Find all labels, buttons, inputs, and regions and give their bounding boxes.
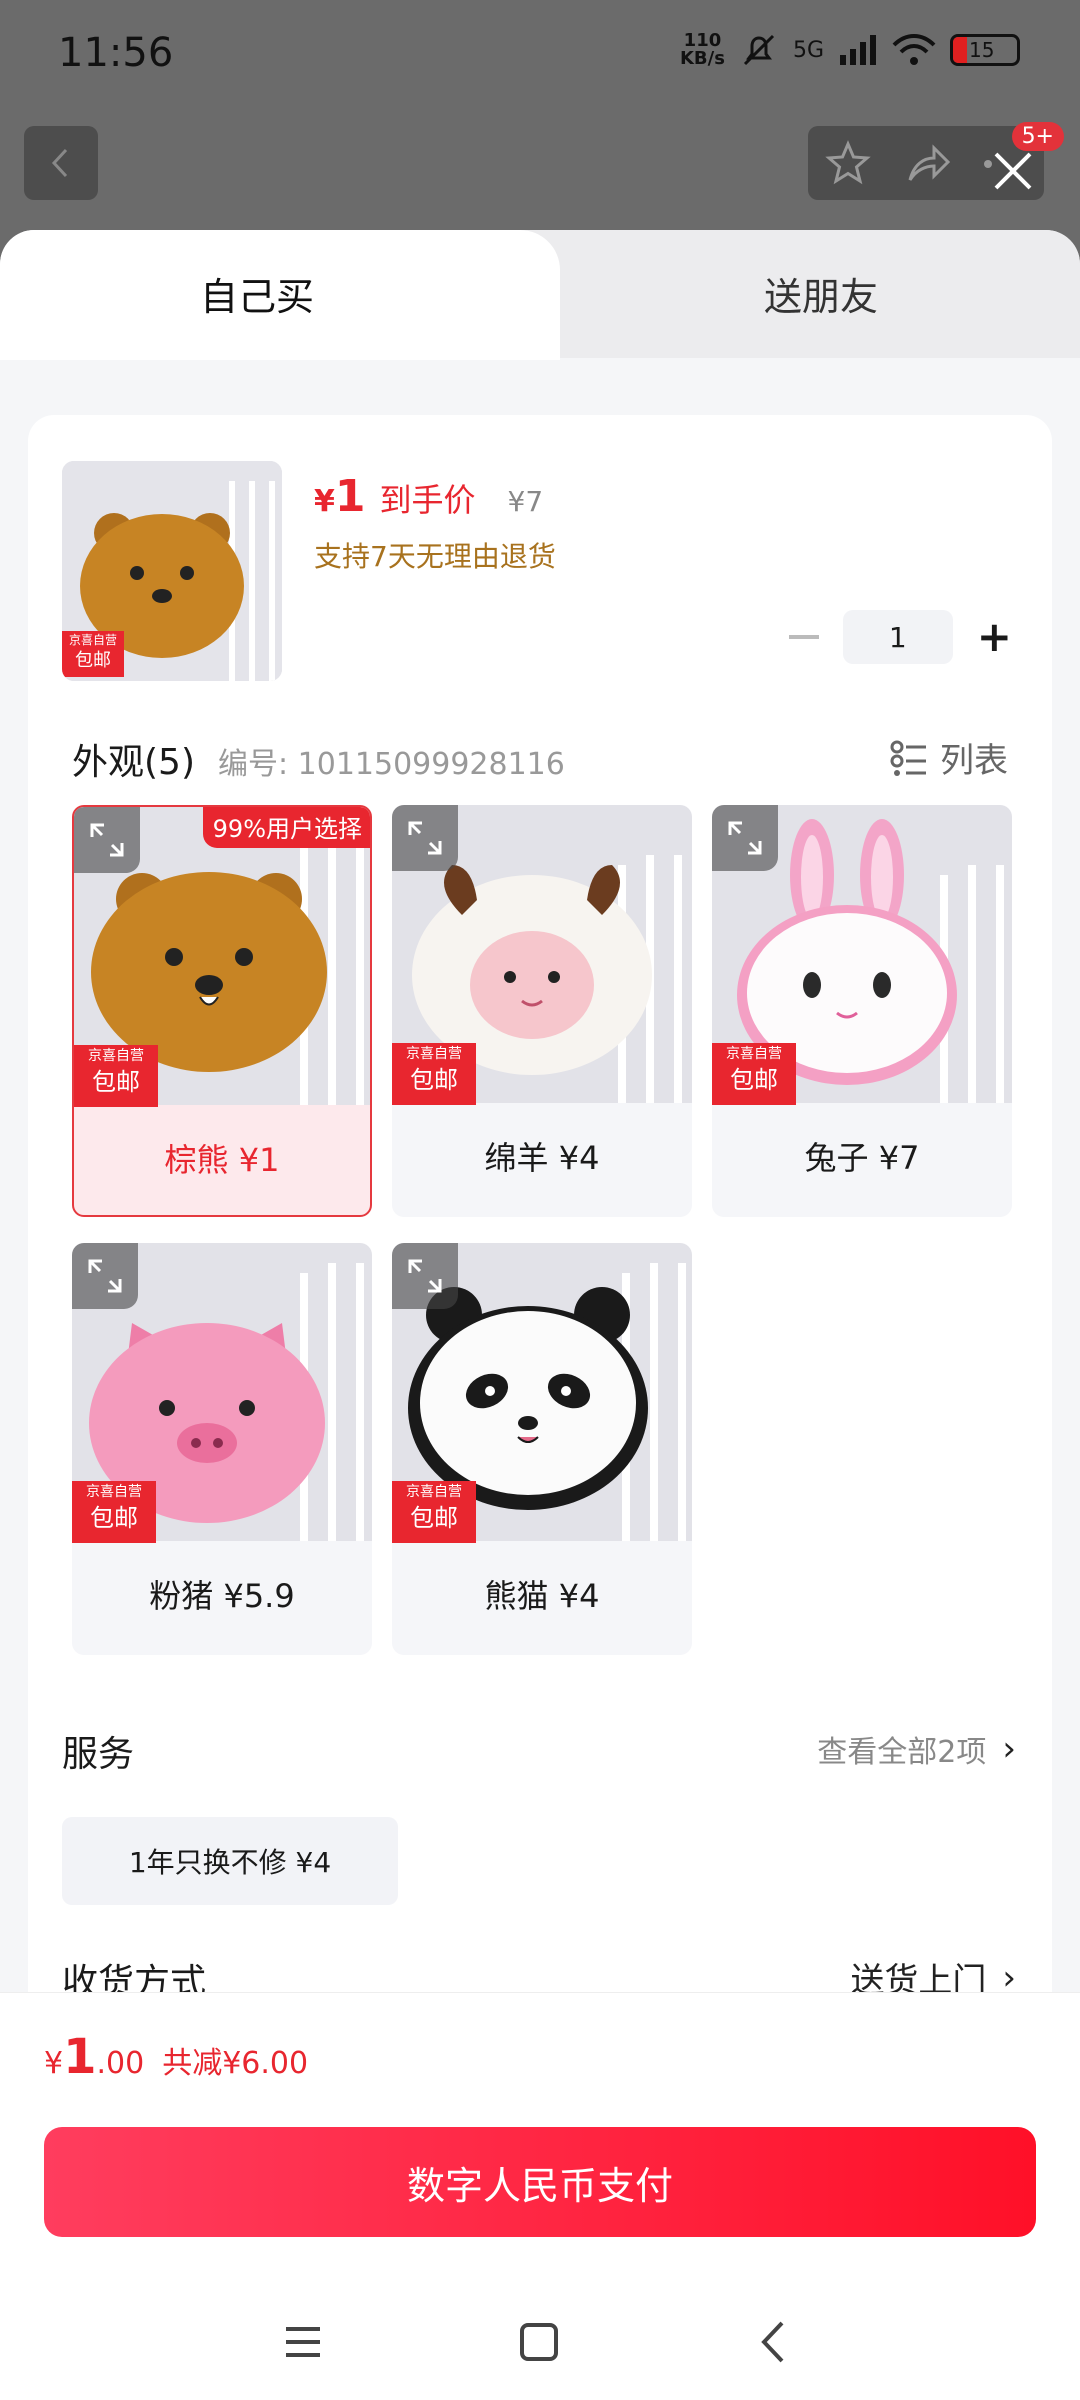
expand-icon[interactable] [392,1243,458,1309]
total-price: ¥1.00 共减¥6.00 [44,2029,309,2085]
expand-icon[interactable] [712,805,778,871]
final-price-label: 到手价 [379,481,476,519]
mute-icon [743,34,775,66]
service-option[interactable]: 1年只换不修 ¥4 [62,1817,398,1905]
signal-icon [840,35,876,65]
variant-bear[interactable]: 京喜自营 包邮 棕熊 ¥1 99%用户选择 [72,805,372,1217]
tab-gift-friend[interactable]: 送朋友 [764,266,878,321]
wifi-icon [892,34,936,65]
variant-label: 熊猫 ¥4 [484,1577,600,1615]
variant-label: 棕熊 ¥1 [164,1141,280,1179]
ship-badge: 京喜自营 包邮 [72,1481,156,1543]
popular-tag: 99%用户选择 [202,807,370,848]
status-time: 11:56 [58,30,174,76]
checkout-bar: ¥1.00 共减¥6.00 数字人民币支付 [0,1992,1080,2400]
original-price: ¥7 [507,485,544,518]
status-bar: 11:56 110 KB/s 5G 15 [0,0,1080,110]
ship-badge: 京喜自营 包邮 [392,1481,476,1543]
increase-button[interactable]: + [977,616,1012,658]
ship-badge: 京喜自营 包邮 [62,631,124,677]
chevron-left-icon [51,148,68,178]
expand-icon[interactable] [74,807,140,873]
quantity-stepper: 1 + [788,610,1012,664]
close-icon[interactable] [988,146,1038,196]
expand-icon[interactable] [392,805,458,871]
system-nav-bar [0,2283,1080,2400]
final-price: ¥1 [314,471,366,522]
purchase-tabs: 自己买 送朋友 [0,230,1080,360]
ship-badge: 京喜自营 包邮 [74,1045,158,1107]
ship-badge: 京喜自营 包邮 [712,1043,796,1105]
star-icon[interactable] [824,140,872,188]
variant-label: 绵羊 ¥4 [484,1139,600,1177]
quantity-value[interactable]: 1 [842,610,953,664]
ship-badge: 京喜自营 包邮 [392,1043,476,1105]
back-icon[interactable] [750,2317,800,2367]
network-speed: 110 KB/s [679,30,725,69]
signal-label: 5G [792,37,824,63]
chevron-right-icon: › [1002,1729,1016,1769]
list-icon [890,740,926,776]
product-serial: 编号: 10115099928116 [218,747,565,782]
return-policy: 支持7天无理由退货 [314,540,556,573]
variant-pig[interactable]: 京喜自营 包邮 粉猪 ¥5.9 [72,1243,372,1655]
variant-rabbit[interactable]: 京喜自营 包邮 兔子 ¥7 [712,805,1012,1217]
pay-button[interactable]: 数字人民币支付 [44,2127,1036,2237]
service-title: 服务 [62,1734,135,1775]
list-view-toggle[interactable]: 列表 [890,733,1008,782]
service-view-all[interactable]: 查看全部2项 › [817,1727,1016,1771]
share-icon[interactable] [904,140,952,188]
status-icons: 110 KB/s 5G 15 [680,30,1020,70]
tab-buy-self[interactable]: 自己买 [200,266,314,321]
variant-label: 粉猪 ¥5.9 [149,1577,295,1615]
expand-icon[interactable] [72,1243,138,1309]
battery-icon: 15 [950,34,1020,66]
variant-sheep[interactable]: 京喜自营 包邮 绵羊 ¥4 [392,805,692,1217]
product-thumbnail[interactable]: 京喜自营 包邮 [62,461,282,681]
variant-section-title: 外观(5) [72,742,195,783]
home-icon[interactable] [514,2317,564,2367]
price-row: ¥1 到手价 ¥7 [314,471,543,522]
total-discount: 共减¥6.00 [162,2046,309,2081]
back-button[interactable] [24,126,98,200]
variant-label: 兔子 ¥7 [804,1139,920,1177]
decrease-button[interactable] [788,635,819,639]
menu-icon[interactable] [278,2317,328,2367]
variant-panda[interactable]: 京喜自营 包邮 熊猫 ¥4 [392,1243,692,1655]
